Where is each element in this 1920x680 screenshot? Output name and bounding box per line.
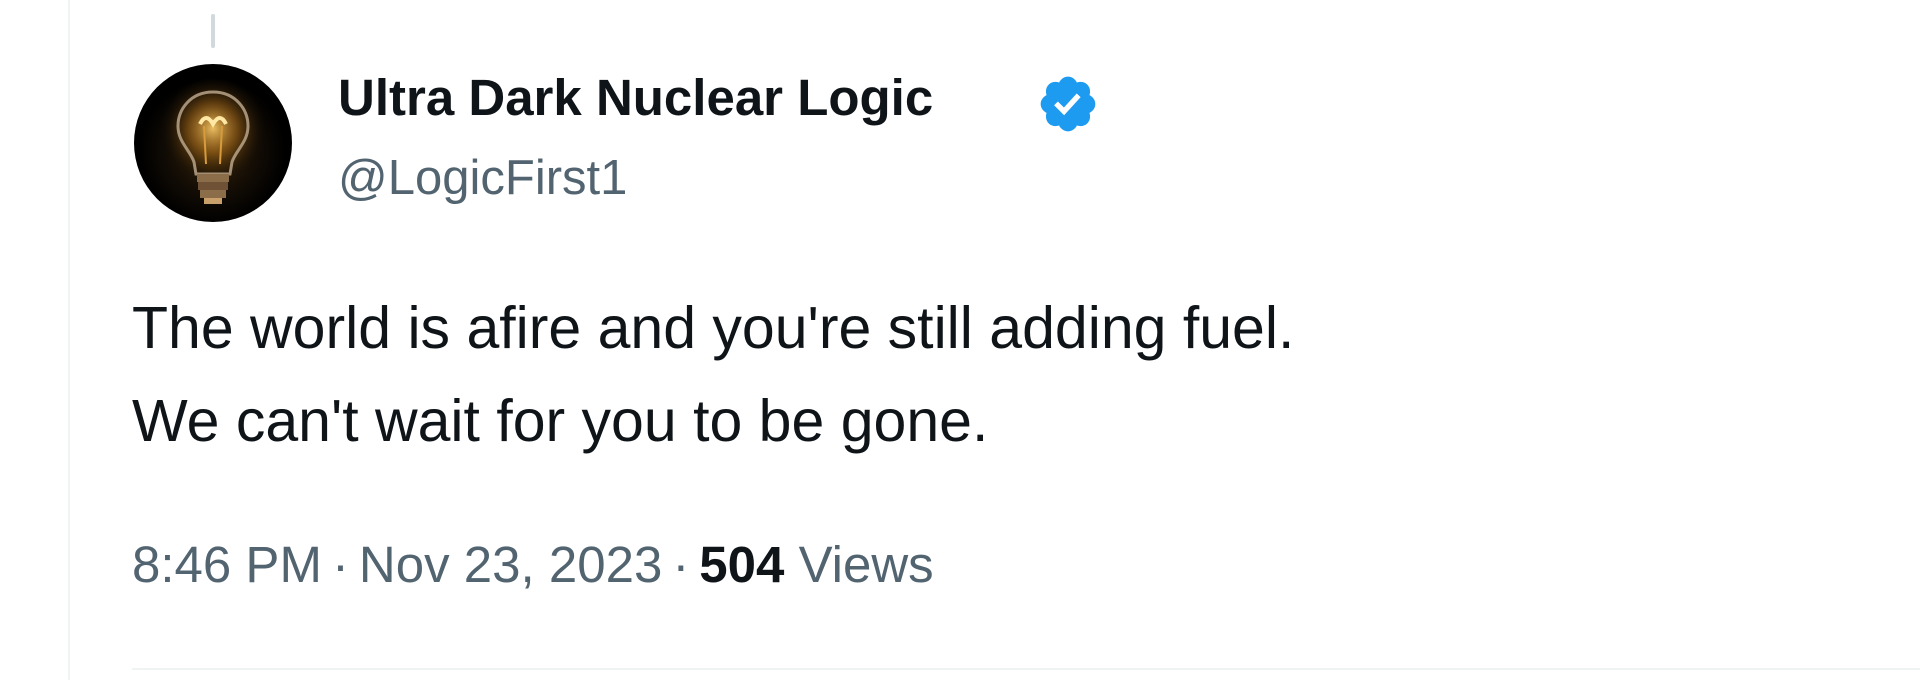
divider — [132, 668, 1920, 670]
views-label: Views — [798, 536, 934, 593]
author-display-name[interactable]: Ultra Dark Nuclear Logic — [338, 68, 933, 127]
tweet-date[interactable]: Nov 23, 2023 — [359, 536, 662, 593]
tweet-text-line: We can't wait for you to be gone. — [132, 388, 989, 454]
meta-separator: · — [672, 536, 690, 593]
tweet-text-line: The world is afire and you're still addi… — [132, 295, 1295, 361]
avatar[interactable] — [134, 64, 292, 222]
tweet-time[interactable]: 8:46 PM — [132, 536, 322, 593]
thread-connector-line — [211, 14, 215, 48]
light-bulb-icon — [158, 79, 268, 204]
meta-separator: · — [331, 536, 349, 593]
tweet-text: The world is afire and you're still addi… — [132, 282, 1294, 468]
tweet-detail-view: Ultra Dark Nuclear Logic @LogicFirst1 Th… — [0, 0, 1920, 680]
tweet-metadata: 8:46 PM · Nov 23, 2023 · 504 Views — [132, 535, 934, 594]
author-handle[interactable]: @LogicFirst1 — [338, 150, 627, 206]
column-left-border — [68, 0, 70, 680]
verified-badge-icon[interactable] — [1036, 72, 1100, 136]
views-count: 504 — [699, 536, 785, 593]
